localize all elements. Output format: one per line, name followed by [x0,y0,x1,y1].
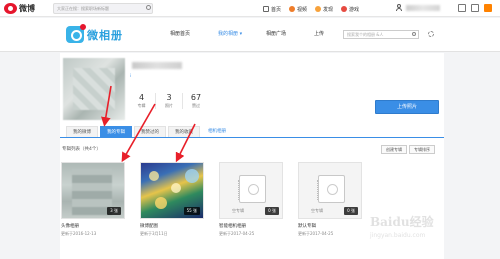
album-thumbnail[interactable]: 空专辑 0 张 [298,162,362,219]
tab-liked[interactable]: 我赞过的 [134,126,166,137]
weibo-top-bar: 微博 大家正在搜：搜索职场新标题 首页 视频 发现 游戏 [0,0,500,17]
search-icon[interactable] [146,5,151,10]
user-tag: i [130,73,132,78]
gear-icon[interactable] [428,31,434,37]
album-date: 更新于2017-04-25 [298,231,334,236]
nav-video-label: 视频 [297,6,308,13]
weibo-logo-text: 微博 [19,4,35,13]
photo-count-badge: 0 张 [344,207,358,215]
album-logo[interactable]: 微相册 [66,24,152,47]
album-thumbnail[interactable]: 空专辑 0 张 [219,162,283,219]
stat-label: 赞过 [192,103,200,108]
home-icon [263,6,269,12]
empty-album-icon [317,175,345,203]
create-album-button[interactable]: 创建专辑 [381,145,407,154]
album-thumbnail[interactable]: 3 张 [61,162,125,219]
album-thumbnail[interactable]: 55 张 [140,162,204,219]
tab-my-weibo[interactable]: 我的微博 [66,126,98,137]
album-search-icon[interactable] [412,32,416,36]
photo-count-badge: 3 张 [107,207,121,215]
tab-camera-album[interactable]: 相机相册 [202,126,232,137]
top-nav: 首页 视频 发现 游戏 [263,4,367,14]
top-right-icons [458,4,497,12]
stat-likes[interactable]: 67 赞过 [182,93,209,109]
stat-label: 专辑 [137,103,146,108]
album-header: 微相册 相册首页 我的相册 ▾ 相册广场 上传 搜索我个的相册 &人 [0,18,500,52]
stat-photos[interactable]: 3 照片 [155,93,182,109]
profile-stats: 4 专辑 3 照片 67 赞过 [128,93,209,109]
stat-albums[interactable]: 4 专辑 [128,93,155,109]
empty-album-icon [238,175,266,203]
watermark-title: Baidu经验 [370,215,434,229]
album-nav-square[interactable]: 相册广场 [266,30,314,37]
sort-albums-button[interactable]: 专辑排序 [409,145,435,154]
stat-value: 3 [166,93,172,102]
album-name[interactable]: 默认专辑 [298,223,362,229]
album-date: 更新于3月11日 [140,231,168,236]
album-logo-text: 微相册 [87,29,123,42]
blurred-username[interactable] [406,5,440,11]
album-nav-my-albums[interactable]: 我的相册 ▾ [218,30,266,37]
nav-home[interactable]: 首页 [263,6,281,13]
global-search-input[interactable]: 大家正在搜：搜索职场新标题 [53,3,153,14]
photo-count-badge: 0 张 [265,207,279,215]
game-icon [341,6,348,12]
album-name[interactable]: 微博配图 [140,223,204,229]
nav-video[interactable]: 视频 [289,6,307,13]
nav-game[interactable]: 游戏 [341,6,359,13]
album-date: 更新于2017-04-25 [219,231,255,236]
nav-home-label: 首页 [271,6,282,13]
album-card[interactable]: 空专辑 0 张 智能相机相册 更新于2017-04-25 [219,162,283,237]
nav-discover-label: 发现 [323,6,334,13]
album-card[interactable]: 55 张 微博配图 更新于3月11日 [140,162,204,237]
compose-icon[interactable] [484,4,492,12]
album-card[interactable]: 空专辑 0 张 默认专辑 更新于2017-04-25 [298,162,362,237]
album-name[interactable]: 智能相机相册 [219,223,283,229]
nav-discover[interactable]: 发现 [315,6,333,13]
user-icon[interactable] [396,4,402,12]
settings-icon[interactable] [471,4,479,12]
album-name[interactable]: 头像相册 [61,223,125,229]
weibo-logo[interactable]: 微博 [4,3,48,14]
empty-album-label: 空专辑 [232,208,244,213]
album-card[interactable]: 3 张 头像相册 更新于2016-12-13 [61,162,125,237]
stat-value: 67 [190,93,202,102]
blurred-profile-name [132,62,182,69]
watermark-url: jingyan.baidu.com [370,232,426,239]
album-search-input[interactable]: 搜索我个的相册 &人 [343,30,419,39]
profile-tabs: 我的微博 我的专辑 我赞过的 我的收藏 相机相册 [60,126,444,138]
album-nav: 相册首页 我的相册 ▾ 相册广场 上传 [170,30,362,37]
discover-icon [315,6,322,12]
album-list-title: 专辑列表（共4个） [62,147,101,152]
album-date: 更新于2016-12-13 [61,231,97,236]
video-icon [289,6,296,12]
empty-album-label: 空专辑 [311,208,323,213]
camera-icon [66,24,86,43]
nav-game-label: 游戏 [349,6,360,13]
stat-value: 4 [138,93,145,102]
avatar[interactable] [63,58,125,120]
photo-count-badge: 55 张 [183,207,200,215]
stat-label: 照片 [165,103,173,108]
tab-my-albums[interactable]: 我的专辑 [100,126,132,137]
upload-photo-button[interactable]: 上传照片 [375,100,439,114]
tab-favorites[interactable]: 我的收藏 [168,126,200,137]
baidu-watermark: Baidu经验 jingyan.baidu.com [370,213,496,257]
weibo-eye-icon [4,3,17,14]
album-nav-home[interactable]: 相册首页 [170,30,218,37]
message-icon[interactable] [458,4,466,12]
